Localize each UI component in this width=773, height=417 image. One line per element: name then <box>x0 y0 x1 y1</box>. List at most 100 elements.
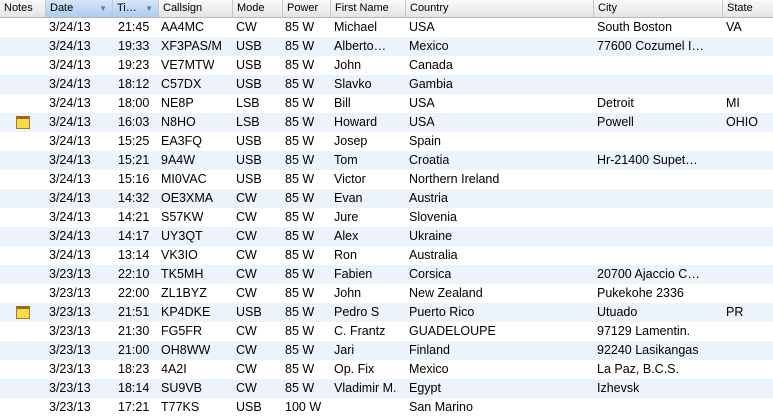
cell-date: 3/24/13 <box>49 134 91 148</box>
table-row[interactable]: 3/24/13 21:45 AA4MC CW 85 W Michael USA South B… <box>0 18 773 37</box>
cell-country: GUADELOUPE <box>409 324 496 338</box>
cell-time: 21:00 <box>118 343 150 357</box>
cell-power: 85 W <box>285 153 315 167</box>
table-row[interactable]: 3/23/13 18:14 SU9VB CW 85 W Vladimir M. Egypt I… <box>0 379 773 398</box>
cell-power: 85 W <box>285 77 315 91</box>
note-icon[interactable] <box>16 116 30 129</box>
cell-time: 15:21 <box>118 153 150 167</box>
cell-mode: CW <box>236 381 257 395</box>
cell-time: 18:12 <box>118 77 150 91</box>
cell-country: USA <box>409 115 435 129</box>
cell-mode: USB <box>236 153 262 167</box>
column-header-country[interactable]: Country <box>405 0 593 17</box>
cell-power: 85 W <box>285 134 315 148</box>
cell-country: Puerto Rico <box>409 305 475 319</box>
cell-date: 3/23/13 <box>49 267 91 281</box>
cell-city: South Boston <box>597 20 673 34</box>
cell-mode: LSB <box>236 96 260 110</box>
cell-name: Bill <box>334 96 351 110</box>
table-row[interactable]: 3/23/13 17:21 T77KS USB 100 W San Marino <box>0 398 773 417</box>
cell-city: Powell <box>597 115 634 129</box>
table-header: Notes Date ▼ Ti… ▼ Callsign Mode Power Fir… <box>0 0 773 18</box>
table-row[interactable]: 3/24/13 14:17 UY3QT CW 85 W Alex Ukraine <box>0 227 773 246</box>
cell-power: 85 W <box>285 229 315 243</box>
cell-date: 3/23/13 <box>49 305 91 319</box>
table-row[interactable]: 3/24/13 15:25 EA3FQ USB 85 W Josep Spain <box>0 132 773 151</box>
cell-time: 21:30 <box>118 324 150 338</box>
cell-city: 97129 Lamentin. <box>597 324 691 338</box>
cell-date: 3/23/13 <box>49 362 91 376</box>
table-row[interactable]: 3/24/13 13:14 VK3IO CW 85 W Ron Australia <box>0 246 773 265</box>
table-row[interactable]: 3/24/13 19:23 VE7MTW USB 85 W John Canada <box>0 56 773 75</box>
table-row[interactable]: 3/24/13 18:00 NE8P LSB 85 W Bill USA Detroit MI <box>0 94 773 113</box>
cell-call: KP4DKE <box>161 305 211 319</box>
cell-mode: LSB <box>236 115 260 129</box>
column-header-first-name[interactable]: First Name <box>330 0 405 17</box>
cell-date: 3/23/13 <box>49 286 91 300</box>
column-header-mode[interactable]: Mode <box>232 0 282 17</box>
table-row[interactable]: 3/23/13 21:00 OH8WW CW 85 W Jari Finland 92240 … <box>0 341 773 360</box>
sort-descending-icon: ▼ <box>145 4 153 13</box>
cell-name: Ron <box>334 248 357 262</box>
cell-mode: USB <box>236 305 262 319</box>
cell-date: 3/23/13 <box>49 381 91 395</box>
cell-country: Northern Ireland <box>409 172 500 186</box>
cell-mode: CW <box>236 191 257 205</box>
cell-name: Fabien <box>334 267 373 281</box>
cell-date: 3/23/13 <box>49 343 91 357</box>
table-row[interactable]: 3/24/13 19:33 XF3PAS/M USB 85 W Alberto… Mexic… <box>0 37 773 56</box>
cell-mode: CW <box>236 229 257 243</box>
cell-call: TK5MH <box>161 267 204 281</box>
cell-time: 22:10 <box>118 267 150 281</box>
cell-name: Alberto… <box>334 39 387 53</box>
table-row[interactable]: 3/23/13 22:10 TK5MH CW 85 W Fabien Corsica 2070… <box>0 265 773 284</box>
cell-mode: USB <box>236 77 262 91</box>
cell-call: AA4MC <box>161 20 205 34</box>
column-header-callsign[interactable]: Callsign <box>158 0 232 17</box>
table-row[interactable]: 3/24/13 16:03 N8HO LSB 85 W Howard USA Powell OH… <box>0 113 773 132</box>
table-row[interactable]: 3/24/13 18:12 C57DX USB 85 W Slavko Gambia <box>0 75 773 94</box>
column-header-state[interactable]: State <box>722 0 773 17</box>
table-row[interactable]: 3/23/13 22:00 ZL1BYZ CW 85 W John New Zealand P… <box>0 284 773 303</box>
column-label: Country <box>410 2 449 14</box>
cell-mode: USB <box>236 58 262 72</box>
cell-power: 85 W <box>285 381 315 395</box>
table-row[interactable]: 3/23/13 21:30 FG5FR CW 85 W C. Frantz GUADELOU… <box>0 322 773 341</box>
cell-time: 21:45 <box>118 20 150 34</box>
cell-date: 3/24/13 <box>49 20 91 34</box>
table-row[interactable]: 3/23/13 21:51 KP4DKE USB 85 W Pedro S Puerto R… <box>0 303 773 322</box>
cell-power: 85 W <box>285 210 315 224</box>
table-row[interactable]: 3/24/13 14:32 OE3XMA CW 85 W Evan Austria <box>0 189 773 208</box>
cell-date: 3/24/13 <box>49 210 91 224</box>
table-row[interactable]: 3/24/13 15:21 9A4W USB 85 W Tom Croatia Hr-2140… <box>0 151 773 170</box>
cell-power: 85 W <box>285 20 315 34</box>
cell-time: 18:14 <box>118 381 150 395</box>
cell-mode: CW <box>236 324 257 338</box>
cell-city: 92240 Lasikangas <box>597 343 699 357</box>
cell-time: 19:23 <box>118 58 150 72</box>
column-header-power[interactable]: Power <box>282 0 330 17</box>
cell-call: OH8WW <box>161 343 211 357</box>
cell-time: 17:21 <box>118 400 150 414</box>
table-row[interactable]: 3/24/13 15:16 MI0VAC USB 85 W Victor Northern … <box>0 170 773 189</box>
table-row[interactable]: 3/24/13 14:21 S57KW CW 85 W Jure Slovenia <box>0 208 773 227</box>
cell-state: VA <box>726 20 742 34</box>
column-header-city[interactable]: City <box>593 0 722 17</box>
cell-mode: CW <box>236 20 257 34</box>
table-row[interactable]: 3/23/13 18:23 4A2I CW 85 W Op. Fix Mexico La Pa… <box>0 360 773 379</box>
cell-time: 15:25 <box>118 134 150 148</box>
column-header-notes[interactable]: Notes <box>0 0 45 17</box>
cell-power: 85 W <box>285 115 315 129</box>
cell-name: Michael <box>334 20 378 34</box>
column-header-date[interactable]: Date ▼ <box>45 0 112 17</box>
cell-call: 4A2I <box>161 362 187 376</box>
cell-call: VE7MTW <box>161 58 215 72</box>
cell-country: New Zealand <box>409 286 483 300</box>
cell-name: Op. Fix <box>334 362 375 376</box>
cell-country: Mexico <box>409 362 449 376</box>
note-icon[interactable] <box>16 306 30 319</box>
cell-mode: CW <box>236 248 257 262</box>
column-header-time[interactable]: Ti… ▼ <box>112 0 158 17</box>
cell-city: La Paz, B.C.S. <box>597 362 679 376</box>
cell-name: Victor <box>334 172 366 186</box>
